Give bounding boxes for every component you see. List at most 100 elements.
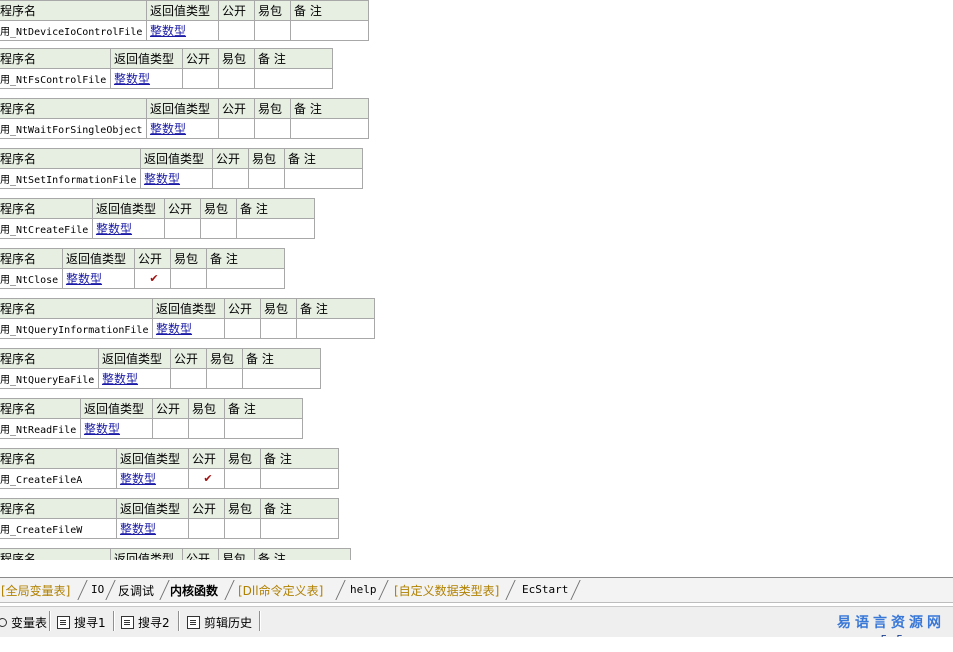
tab-ecstart[interactable]: EcStart — [522, 583, 568, 596]
public-check[interactable] — [152, 418, 189, 439]
public-check[interactable] — [170, 368, 207, 389]
subroutine-row[interactable]: 用_NtQueryEaFile 整数型 — [0, 368, 321, 389]
public-check[interactable]: ✔ — [134, 268, 171, 289]
header-return-type: 返回值类型 — [146, 0, 219, 21]
header-public: 公开 — [224, 298, 261, 319]
tab-divider — [378, 580, 389, 600]
return-type-link[interactable]: 整数型 — [92, 218, 165, 239]
return-type-link[interactable]: 整数型 — [116, 468, 189, 489]
subroutine-name[interactable]: 用_NtDeviceIoControlFile — [0, 20, 147, 41]
remark-cell[interactable] — [242, 368, 321, 389]
header-public: 公开 — [182, 548, 219, 560]
subroutine-row[interactable]: 用_NtSetInformationFile 整数型 — [0, 168, 363, 189]
subroutine-header-row: 程序名 返回值类型 公开 易包备 注 — [0, 148, 363, 169]
easy-pack-cell[interactable] — [200, 218, 237, 239]
easy-pack-cell[interactable] — [224, 468, 261, 489]
return-type-link[interactable]: 整数型 — [80, 418, 153, 439]
subroutine-name[interactable]: 用_NtWaitForSingleObject — [0, 118, 147, 139]
public-check[interactable] — [224, 318, 261, 339]
subroutine-name[interactable]: 用_NtSetInformationFile — [0, 168, 141, 189]
remark-cell[interactable] — [296, 318, 375, 339]
easy-pack-cell[interactable] — [254, 118, 291, 139]
remark-cell[interactable] — [224, 418, 303, 439]
return-type-link[interactable]: 整数型 — [62, 268, 135, 289]
subroutine-row[interactable]: 用_NtQueryInformationFile 整数型 — [0, 318, 375, 339]
easy-pack-cell[interactable] — [188, 418, 225, 439]
subroutine-name[interactable]: 用_CreateFileA — [0, 468, 117, 489]
subroutine-row[interactable]: 用_NtDeviceIoControlFile 整数型 — [0, 20, 369, 41]
public-check[interactable]: ✔ — [188, 468, 225, 489]
remark-cell[interactable] — [290, 118, 369, 139]
subroutine-row[interactable]: 用_NtReadFile 整数型 — [0, 418, 303, 439]
clip-history-label: 剪辑历史 — [204, 616, 253, 630]
easy-pack-cell[interactable] — [206, 368, 243, 389]
header-return-type: 返回值类型 — [110, 48, 183, 69]
subroutine-name[interactable]: 用_NtClose — [0, 268, 63, 289]
return-type-link[interactable]: 整数型 — [98, 368, 171, 389]
public-check[interactable] — [182, 68, 219, 89]
tab-custom-data-types[interactable]: [自定义数据类型表] — [394, 582, 499, 599]
panel-divider — [49, 611, 51, 631]
variables-panel-button[interactable]: 变量表 — [0, 614, 47, 631]
header-easy-pack: 易包 — [206, 348, 243, 369]
subroutine-name[interactable]: 用_CreateFileW — [0, 518, 117, 539]
return-type-link[interactable]: 整数型 — [146, 20, 219, 41]
remark-cell[interactable] — [206, 268, 285, 289]
tab-anti-debug[interactable]: 反调试 — [118, 582, 154, 599]
subroutine-row[interactable]: 用_NtCreateFile 整数型 — [0, 218, 315, 239]
return-type-link[interactable]: 整数型 — [110, 68, 183, 89]
tab-dll-commands[interactable]: [Dll命令定义表] — [238, 582, 323, 599]
header-public: 公开 — [182, 48, 219, 69]
subroutine-name[interactable]: 用_NtQueryEaFile — [0, 368, 99, 389]
header-easy-pack: 易包 — [218, 48, 255, 69]
easy-pack-cell[interactable] — [260, 318, 297, 339]
search1-panel-button[interactable]: 搜寻1 — [57, 614, 106, 631]
header-remark: 备 注 — [224, 398, 303, 419]
public-check[interactable] — [218, 118, 255, 139]
subroutine-row[interactable]: 用_CreateFileW 整数型 — [0, 518, 339, 539]
remark-cell[interactable] — [260, 518, 339, 539]
easy-pack-cell[interactable] — [248, 168, 285, 189]
subroutine-row[interactable]: 用_NtClose 整数型 ✔ — [0, 268, 285, 289]
tab-help[interactable]: help — [350, 583, 377, 596]
variables-label: 变量表 — [11, 616, 48, 630]
return-type-link[interactable]: 整数型 — [152, 318, 225, 339]
easy-pack-cell[interactable] — [170, 268, 207, 289]
search-list-icon — [57, 616, 70, 629]
return-type-link[interactable]: 整数型 — [140, 168, 213, 189]
subroutine-row[interactable]: 用_NtFsControlFile 整数型 — [0, 68, 333, 89]
header-return-type: 返回值类型 — [152, 298, 225, 319]
clip-history-panel-button[interactable]: 剪辑历史 — [187, 614, 252, 631]
public-check[interactable] — [212, 168, 249, 189]
easy-pack-cell[interactable] — [218, 68, 255, 89]
public-check[interactable] — [164, 218, 201, 239]
tab-kernel-functions[interactable]: 内核函数 — [170, 582, 218, 599]
remark-cell[interactable] — [284, 168, 363, 189]
subroutine-row[interactable]: 用_NtWaitForSingleObject 整数型 — [0, 118, 369, 139]
subroutine-name[interactable]: 用_NtReadFile — [0, 418, 81, 439]
remark-cell[interactable] — [236, 218, 315, 239]
subroutine-row[interactable]: 用_CreateFileA 整数型 ✔ — [0, 468, 339, 489]
header-public: 公开 — [218, 0, 255, 21]
remark-cell[interactable] — [290, 20, 369, 41]
remark-cell[interactable] — [254, 68, 333, 89]
header-name: 程序名 — [0, 298, 153, 319]
return-type-link[interactable]: 整数型 — [146, 118, 219, 139]
module-tab-bar: [全局变量表] IO 反调试 内核函数 [Dll命令定义表] help [自定义… — [0, 577, 953, 603]
easy-pack-cell[interactable] — [254, 20, 291, 41]
subroutine-name[interactable]: 用_NtCreateFile — [0, 218, 93, 239]
easy-pack-cell[interactable] — [224, 518, 261, 539]
tab-divider — [105, 580, 116, 600]
public-check[interactable] — [188, 518, 225, 539]
remark-cell[interactable] — [260, 468, 339, 489]
public-check[interactable] — [218, 20, 255, 41]
search2-panel-button[interactable]: 搜寻2 — [121, 614, 170, 631]
header-easy-pack: 易包 — [218, 548, 255, 560]
subroutine-name[interactable]: 用_NtQueryInformationFile — [0, 318, 153, 339]
code-editor-area[interactable]: 程序名 返回值类型 公开 易包备 注用_NtDeviceIoControlFile 整数… — [0, 0, 953, 560]
subroutine-name[interactable]: 用_NtFsControlFile — [0, 68, 111, 89]
tab-io[interactable]: IO — [91, 583, 104, 596]
tab-global-variables[interactable]: [全局变量表] — [1, 582, 70, 599]
subroutine-table: 程序名 返回值类型 公开 易包备 注用_NtWaitForSingleObject 整数… — [0, 98, 369, 139]
return-type-link[interactable]: 整数型 — [116, 518, 189, 539]
